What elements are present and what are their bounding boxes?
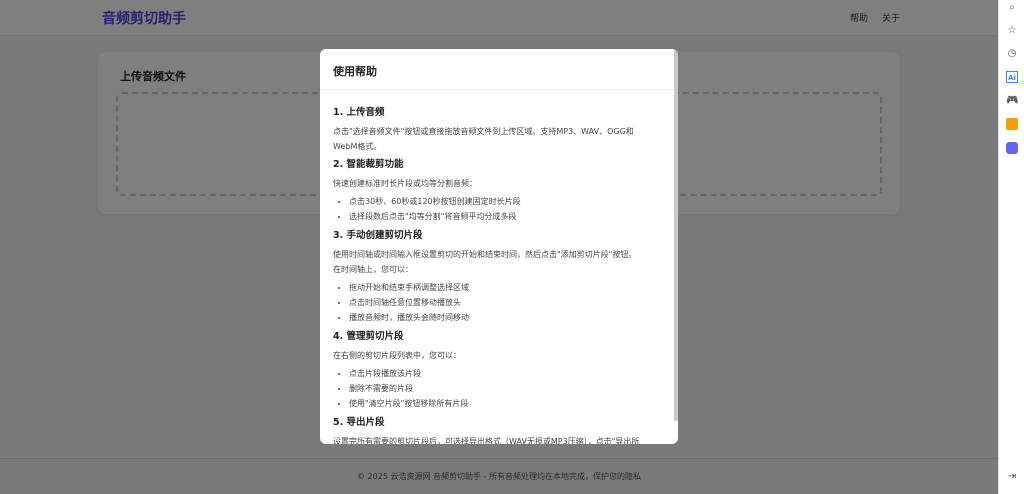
app-icon[interactable] (1006, 142, 1018, 154)
section-list: 拖动开始和结束手柄调整选择区域 点击时间轴任意位置移动播放头 播放音频时，播放头… (349, 280, 658, 325)
collapse-icon[interactable]: ⇥ (1006, 471, 1018, 483)
list-item: 删除不需要的片段 (349, 381, 658, 396)
section-heading: 2. 智能裁剪功能 (333, 159, 404, 170)
section-heading: 5. 导出片段 (333, 417, 385, 428)
section-text: 在右侧的剪切片段列表中，您可以： (333, 351, 461, 360)
section-heading: 3. 手动创建剪切片段 (333, 230, 423, 241)
list-item: 点击30秒、60秒或120秒按钮创建固定时长片段 (349, 194, 658, 209)
search-icon[interactable]: ⌕ (1006, 2, 1018, 14)
toolbox-icon[interactable] (1006, 118, 1018, 130)
section-text: 在时间轴上，您可以： (333, 265, 413, 274)
section-list: 点击30秒、60秒或120秒按钮创建固定时长片段 选择段数后点击"均等分割"将音… (349, 194, 658, 224)
section-text: 点击"选择音频文件"按钮或直接拖放音频文件到上传区域。支持MP3、WAV、OGG… (333, 127, 634, 151)
list-item: 选择段数后点击"均等分割"将音频平均分成多段 (349, 209, 658, 224)
list-item: 点击时间轴任意位置移动播放头 (349, 295, 658, 310)
list-item: 使用"清空片段"按钮移除所有片段 (349, 396, 658, 411)
list-item: 点击片段播放该片段 (349, 366, 658, 381)
browser-sidebar: ⌕ ☆ ◷ Ai 🎮 ⇥ (998, 0, 1024, 494)
history-icon[interactable]: ◷ (1006, 48, 1018, 60)
section-heading: 4. 管理剪切片段 (333, 331, 404, 342)
list-item: 拖动开始和结束手柄调整选择区域 (349, 280, 658, 295)
ai-icon[interactable]: Ai (1006, 71, 1018, 83)
section-text: 设置完所有需要的剪切片段后，可选择导出格式（WAV无损或MP3压缩），点击"导出… (333, 437, 640, 444)
section-list: 点击片段播放该片段 删除不需要的片段 使用"清空片段"按钮移除所有片段 (349, 366, 658, 411)
gamepad-icon[interactable]: 🎮 (1006, 95, 1018, 107)
modal-body: 1. 上传音频 点击"选择音频文件"按钮或直接拖放音频文件到上传区域。支持MP3… (320, 90, 678, 444)
section-text: 使用时间轴或时间输入框设置剪切的开始和结束时间，然后点击"添加剪切片段"按钮。 (333, 250, 637, 259)
list-item: 播放音频时，播放头会随时间移动 (349, 310, 658, 325)
section-text: 快速创建标准时长片段或均等分割音频： (333, 179, 477, 188)
section-heading: 1. 上传音频 (333, 107, 385, 118)
modal-scrollbar[interactable] (674, 49, 678, 421)
help-modal: 使用帮助 1. 上传音频 点击"选择音频文件"按钮或直接拖放音频文件到上传区域。… (320, 49, 678, 444)
modal-title: 使用帮助 (320, 49, 678, 90)
star-icon[interactable]: ☆ (1006, 25, 1018, 37)
